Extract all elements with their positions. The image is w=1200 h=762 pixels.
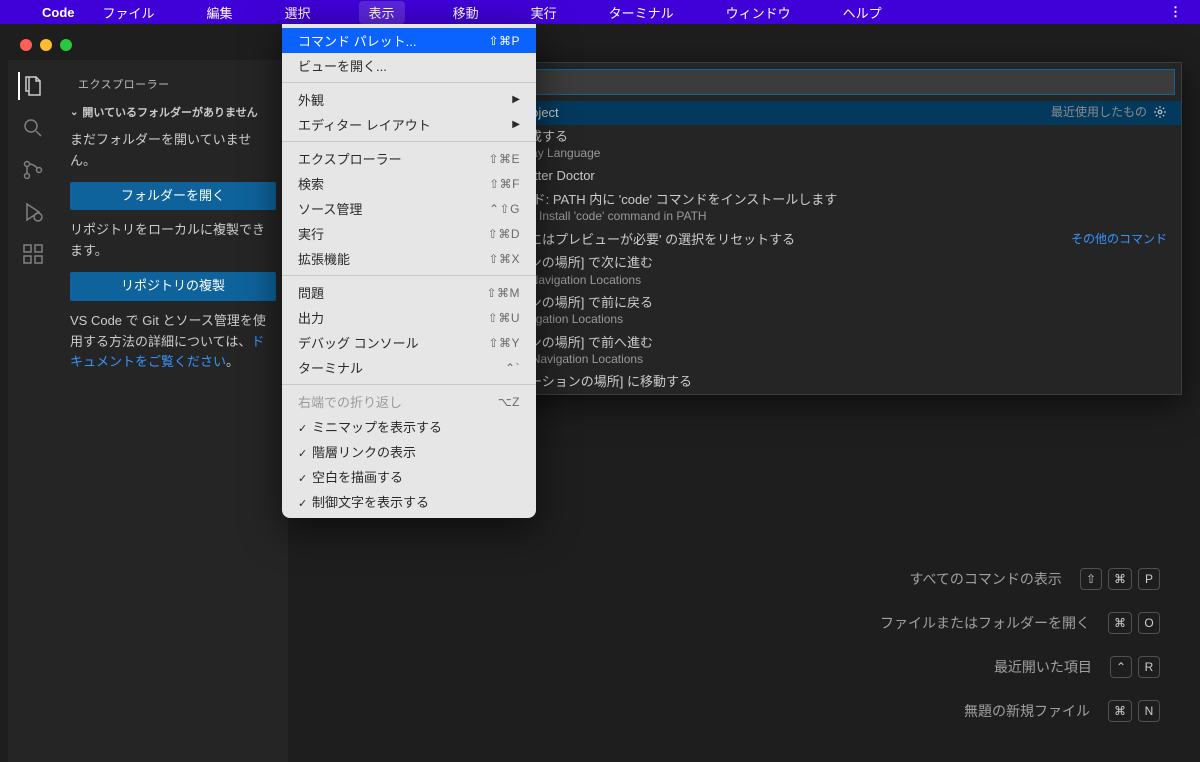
command-palette: r: New Project最近使用したもの言語を構成するgure Displa… xyxy=(462,62,1182,395)
menu-item[interactable]: エディター レイアウト▶ xyxy=(282,112,536,137)
sidebar-message: リポジトリをローカルに複製できます。 xyxy=(70,220,276,262)
menubar-item[interactable]: ヘルプ xyxy=(839,1,886,24)
check-icon: ✓ xyxy=(298,472,312,485)
menubar-item[interactable]: 選択 xyxy=(281,1,315,24)
keycap: ⌘ xyxy=(1108,700,1132,722)
welcome-hints: すべてのコマンドの表示⇧⌘Pファイルまたはフォルダーを開く⌘O最近開いた項目⌃R… xyxy=(880,568,1160,722)
menu-item[interactable]: ✓ミニマップを表示する xyxy=(282,414,536,439)
search-icon[interactable] xyxy=(19,114,47,142)
keycap: ⌘ xyxy=(1108,568,1132,590)
menu-item[interactable]: 実行⇧⌘D xyxy=(282,221,536,246)
chevron-down-icon: ⌄ xyxy=(70,107,78,118)
command-palette-item[interactable]: ル コマンド: PATH 内に 'code' コマンドをインストールしますCom… xyxy=(463,188,1181,228)
menu-item[interactable]: ✓制御文字を表示する xyxy=(282,489,536,514)
menubar-item[interactable]: 移動 xyxy=(449,1,483,24)
maximize-window-icon[interactable] xyxy=(60,39,72,51)
menu-item[interactable]: 拡張機能⇧⌘X xyxy=(282,246,536,271)
command-palette-item[interactable]: r: Run Flutter Doctor xyxy=(463,164,1181,188)
extensions-icon[interactable] xyxy=(19,240,47,268)
titlebar xyxy=(8,30,1200,60)
keycap: ⌘ xyxy=(1108,612,1132,634)
keycap: P xyxy=(1138,568,1160,590)
sidebar-section-header[interactable]: ⌄ 開いているフォルダーがありません xyxy=(66,98,280,126)
menu-item[interactable]: エクスプローラー⇧⌘E xyxy=(282,146,536,171)
command-palette-input[interactable] xyxy=(469,69,1175,95)
gear-icon[interactable] xyxy=(1153,105,1167,119)
sidebar-header-label: 開いているフォルダーがありません xyxy=(82,104,257,120)
command-palette-item[interactable]: ゲーションの場所] で前に戻るack in Navigation Locatio… xyxy=(463,291,1181,331)
command-palette-item[interactable]: 言語を構成するgure Display Language xyxy=(463,125,1181,165)
command-palette-item[interactable]: イル操作にはプレビューが必要' の選択をリセットするその他のコマンド xyxy=(463,228,1181,252)
hint-row: すべてのコマンドの表示⇧⌘P xyxy=(880,568,1160,590)
menubar-item[interactable]: 編集 xyxy=(203,1,237,24)
activity-bar xyxy=(8,60,58,762)
sidebar-title: エクスプローラー xyxy=(66,70,280,98)
keycap: ⌃ xyxy=(1110,656,1132,678)
sidebar-message: VS Code で Git とソース管理を使用する方法の詳細については、ドキュメ… xyxy=(70,311,276,373)
keycap: R xyxy=(1138,656,1160,678)
menu-item[interactable]: ターミナル⌃` xyxy=(282,355,536,380)
hint-row: 最近開いた項目⌃R xyxy=(880,656,1160,678)
close-window-icon[interactable] xyxy=(20,39,32,51)
macos-menubar: Code ファイル 編集 選択 表示 移動 実行 ターミナル ウィンドウ ヘルプ ⋮ xyxy=(0,0,1200,24)
command-palette-item[interactable]: r: New Project最近使用したもの xyxy=(463,101,1181,125)
menu-item[interactable]: デバッグ コンソール⇧⌘Y xyxy=(282,330,536,355)
menu-item[interactable]: ✓階層リンクの表示 xyxy=(282,439,536,464)
menubar-item[interactable]: ファイル xyxy=(99,1,159,24)
menu-item[interactable]: 問題⇧⌘M xyxy=(282,280,536,305)
keycap: O xyxy=(1138,612,1160,634)
open-folder-button[interactable]: フォルダーを開く xyxy=(70,182,276,211)
check-icon: ✓ xyxy=(298,422,312,435)
menu-item[interactable]: コマンド パレット...⇧⌘P xyxy=(282,28,536,53)
menu-separator xyxy=(282,275,536,276)
sidebar: エクスプローラー ⌄ 開いているフォルダーがありません まだフォルダーを開いてい… xyxy=(58,60,288,762)
view-menu-dropdown: コマンド パレット...⇧⌘Pビューを開く... 外観▶エディター レイアウト▶ エ… xyxy=(282,24,536,518)
app-name[interactable]: Code xyxy=(42,5,75,20)
keycap: ⇧ xyxy=(1080,568,1102,590)
menubar-item[interactable]: ウィンドウ xyxy=(722,1,795,24)
hint-row: ファイルまたはフォルダーを開く⌘O xyxy=(880,612,1160,634)
hint-row: 無題の新規ファイル⌘N xyxy=(880,700,1160,722)
command-palette-item[interactable]: のナビゲーションの場所] に移動する xyxy=(463,370,1181,394)
check-icon: ✓ xyxy=(298,447,312,460)
sidebar-message: まだフォルダーを開いていません。 xyxy=(70,130,276,172)
menu-item[interactable]: ソース管理⌃⇧G xyxy=(282,196,536,221)
keycap: N xyxy=(1138,700,1160,722)
clone-repo-button[interactable]: リポジトリの複製 xyxy=(70,272,276,301)
command-palette-item[interactable]: ゲーションの場所] で前へ進むrevious in Navigation Loc… xyxy=(463,331,1181,371)
command-palette-item[interactable]: ゲーションの場所] で次に進むorward in Navigation Loca… xyxy=(463,251,1181,291)
menubar-item[interactable]: 表示 xyxy=(359,1,405,24)
minimize-window-icon[interactable] xyxy=(40,39,52,51)
source-control-icon[interactable] xyxy=(19,156,47,184)
chevron-right-icon: ▶ xyxy=(512,119,520,130)
menu-item: 右端での折り返し⌥Z xyxy=(282,389,536,414)
chevron-right-icon: ▶ xyxy=(512,94,520,105)
menu-item[interactable]: 出力⇧⌘U xyxy=(282,305,536,330)
explorer-icon[interactable] xyxy=(18,72,46,100)
menubar-right-icon[interactable]: ⋮ xyxy=(1169,4,1182,20)
menu-separator xyxy=(282,82,536,83)
menu-separator xyxy=(282,141,536,142)
menu-separator xyxy=(282,384,536,385)
check-icon: ✓ xyxy=(298,497,312,510)
menu-item[interactable]: ✓空白を描画する xyxy=(282,464,536,489)
menu-item[interactable]: 外観▶ xyxy=(282,87,536,112)
menu-item[interactable]: 検索⇧⌘F xyxy=(282,171,536,196)
menubar-item[interactable]: 実行 xyxy=(527,1,561,24)
menu-item[interactable]: ビューを開く... xyxy=(282,53,536,78)
menubar-item[interactable]: ターミナル xyxy=(605,1,678,24)
run-debug-icon[interactable] xyxy=(19,198,47,226)
